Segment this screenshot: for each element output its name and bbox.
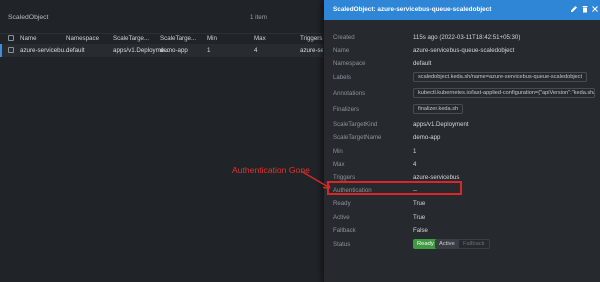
- ready-label: Ready: [333, 200, 351, 207]
- max-label: Max: [333, 161, 345, 168]
- field-ready: Ready True: [324, 197, 600, 210]
- finalizer-chip: finalizer.keda.sh: [413, 104, 464, 114]
- delete-icon[interactable]: [580, 5, 589, 14]
- scale-target-kind-label: ScaleTargetKind: [333, 121, 378, 128]
- select-all-checkbox[interactable]: [8, 35, 14, 41]
- annotations-label: Annotations: [333, 90, 366, 97]
- cell-name: azure-servicebu...: [20, 47, 70, 54]
- status-label: Status: [333, 241, 351, 248]
- fallback-value: False: [413, 227, 428, 234]
- close-icon[interactable]: [590, 5, 599, 14]
- namespace-value[interactable]: default: [413, 60, 431, 67]
- field-min: Min 1: [324, 145, 600, 158]
- item-count: 1 item: [250, 14, 267, 21]
- finalizers-label: Finalizers: [333, 106, 360, 113]
- name-value: azure-servicebus-queue-scaledobject: [413, 47, 515, 54]
- annotation-highlight-box: [327, 181, 462, 195]
- column-name[interactable]: Name: [20, 35, 37, 42]
- column-scale-target-kind[interactable]: ScaleTarge...: [113, 35, 149, 42]
- field-namespace: Namespace default: [324, 57, 600, 70]
- column-triggers[interactable]: Triggers: [300, 35, 322, 42]
- details-panel: ScaledObject: azure-servicebus-queue-sca…: [323, 0, 600, 282]
- triggers-value: azure-servicebus: [413, 174, 460, 181]
- min-value: 1: [413, 148, 417, 155]
- row-checkbox[interactable]: [8, 47, 14, 53]
- ready-value: True: [413, 200, 426, 207]
- label-chip: scaledobject.keda.sh/name=azure-serviceb…: [413, 72, 588, 82]
- created-label: Created: [333, 34, 355, 41]
- cell-scale-target-name: demo-app: [160, 47, 188, 54]
- column-max[interactable]: Max: [254, 35, 266, 42]
- list-title: ScaledObject: [8, 14, 49, 21]
- details-header: ScaledObject: azure-servicebus-queue-sca…: [324, 0, 600, 20]
- annotation-text: Authentication Gone: [232, 165, 310, 175]
- details-title: ScaledObject: azure-servicebus-queue-sca…: [333, 6, 492, 13]
- field-name: Name azure-servicebus-queue-scaledobject: [324, 44, 600, 57]
- field-status: Status Ready Active Fallback: [324, 238, 600, 251]
- row-selected-indicator: [0, 44, 2, 57]
- field-fallback: Fallback False: [324, 224, 600, 237]
- column-scale-target-name[interactable]: ScaleTarge...: [160, 35, 196, 42]
- field-scale-target-kind: ScaleTargetKind apps/v1.Deployment: [324, 118, 600, 131]
- cell-max: 4: [254, 47, 258, 54]
- field-max: Max 4: [324, 158, 600, 171]
- field-scale-target-name: ScaleTargetName demo-app: [324, 131, 600, 144]
- annotation-chip: kubectl.kubernetes.io/last-applied-confi…: [413, 88, 595, 98]
- labels-label: Labels: [333, 74, 351, 81]
- status-badge-fallback: Fallback: [458, 239, 490, 249]
- status-badge-active: Active: [435, 239, 459, 249]
- cell-namespace: default: [66, 47, 85, 54]
- fallback-label: Fallback: [333, 227, 356, 234]
- scale-target-name-label: ScaleTargetName: [333, 134, 382, 141]
- field-active: Active True: [324, 211, 600, 224]
- field-annotations: Annotations kubectl.kubernetes.io/last-a…: [324, 87, 600, 100]
- cell-triggers: azure-se: [300, 47, 325, 54]
- active-value: True: [413, 214, 426, 221]
- column-min[interactable]: Min: [207, 35, 217, 42]
- scale-target-name-value: demo-app: [413, 134, 441, 141]
- field-created: Created 115s ago (2022-03-11T18:42:51+05…: [324, 31, 600, 44]
- triggers-label: Triggers: [333, 174, 356, 181]
- min-label: Min: [333, 148, 343, 155]
- namespace-label: Namespace: [333, 60, 366, 67]
- max-value: 4: [413, 161, 417, 168]
- created-value: 115s ago (2022-03-11T18:42:51+05:30): [413, 34, 521, 41]
- edit-icon[interactable]: [569, 5, 578, 14]
- scale-target-kind-value: apps/v1.Deployment: [413, 121, 469, 128]
- field-finalizers: Finalizers finalizer.keda.sh: [324, 103, 600, 116]
- name-label: Name: [333, 47, 350, 54]
- cell-min: 1: [207, 47, 211, 54]
- column-namespace[interactable]: Namespace: [66, 35, 99, 42]
- active-label: Active: [333, 214, 350, 221]
- field-labels: Labels scaledobject.keda.sh/name=azure-s…: [324, 71, 600, 84]
